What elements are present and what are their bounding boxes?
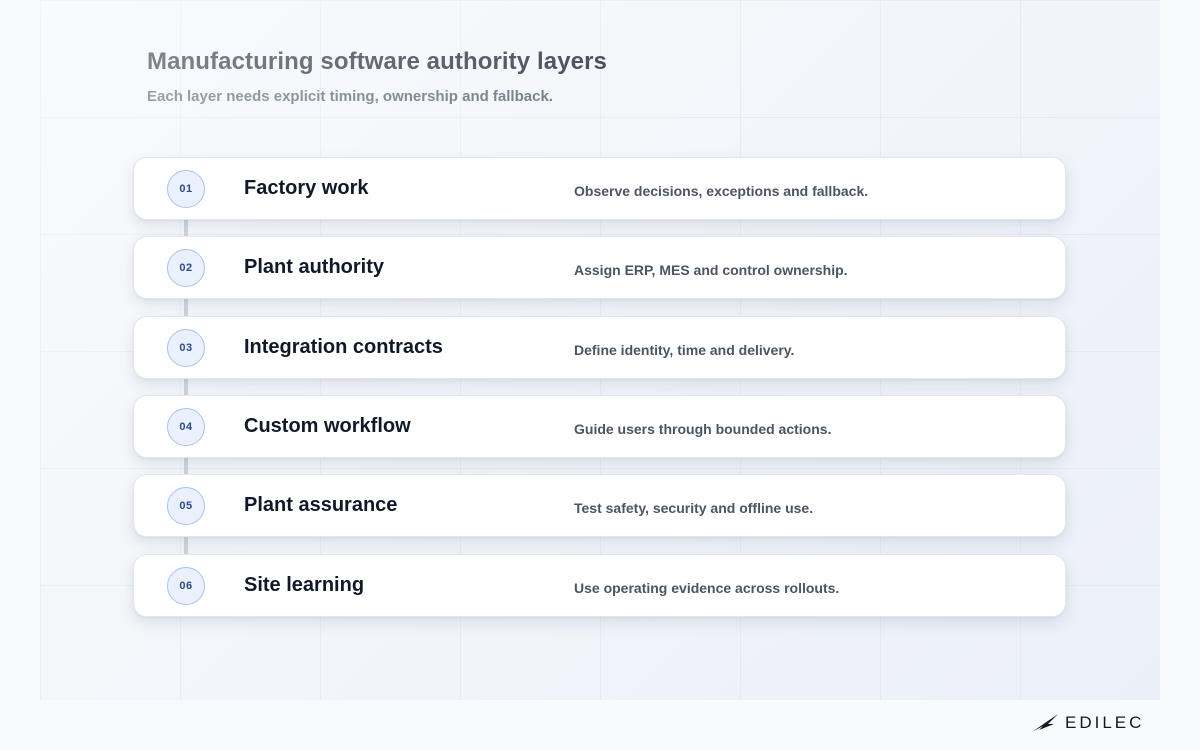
layer-number-badge: 02 [167, 249, 205, 287]
page-subtitle: Each layer needs explicit timing, owners… [147, 88, 553, 105]
layer-name: Plant assurance [244, 494, 398, 516]
layer-description: Guide users through bounded actions. [574, 421, 832, 437]
layer-name: Custom workflow [244, 415, 411, 437]
layer-name: Integration contracts [244, 336, 443, 358]
layer-card-plant-assurance: 05 Plant assurance Test safety, security… [133, 474, 1066, 537]
layer-name: Plant authority [244, 256, 385, 278]
layer-description: Use operating evidence across rollouts. [574, 580, 840, 596]
layer-description: Test safety, security and offline use. [574, 500, 814, 516]
layer-number-badge: 01 [167, 170, 205, 208]
layer-description: Define identity, time and delivery. [574, 342, 795, 358]
layer-description: Assign ERP, MES and control ownership. [574, 262, 848, 278]
layer-card-site-learning: 06 Site learning Use operating evidence … [133, 554, 1066, 617]
layer-name: Factory work [244, 177, 369, 199]
bird-wing-icon [1032, 714, 1058, 732]
brand-logo-text: EDILEC [1065, 713, 1145, 732]
layer-number-badge: 06 [167, 567, 205, 605]
layer-number-badge: 03 [167, 329, 205, 367]
layer-number-badge: 05 [167, 487, 205, 525]
brand-logo: EDILEC [1031, 711, 1155, 735]
page-title: Manufacturing software authority layers [147, 48, 607, 75]
layer-description: Observe decisions, exceptions and fallba… [574, 183, 869, 199]
layer-name: Site learning [244, 574, 365, 596]
layer-number-badge: 04 [167, 408, 205, 446]
layer-card-custom-workflow: 04 Custom workflow Guide users through b… [133, 395, 1066, 458]
layer-card-plant-authority: 02 Plant authority Assign ERP, MES and c… [133, 236, 1066, 299]
layer-card-factory-work: 01 Factory work Observe decisions, excep… [133, 157, 1066, 220]
layer-card-integration-contracts: 03 Integration contracts Define identity… [133, 316, 1066, 379]
